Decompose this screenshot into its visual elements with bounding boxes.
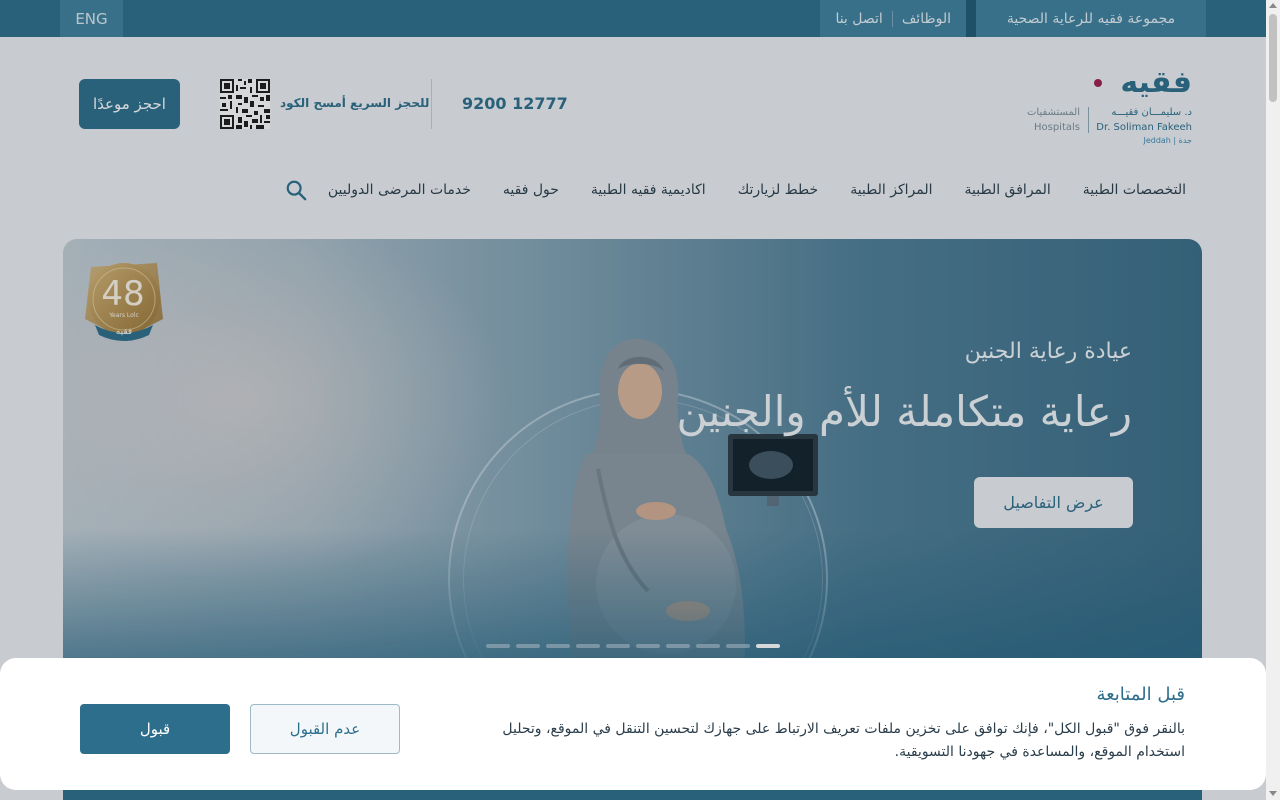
page: ENG مجموعة فقيه للرعاية الصحية الوظائف ا… [0, 0, 1266, 800]
cookie-title: قبل المتابعة [1096, 684, 1185, 705]
reject-cookies-button[interactable]: عدم القبول [250, 704, 400, 754]
cookie-text: بالنقر فوق "قبول الكل"، فإنك توافق على ت… [502, 721, 1185, 760]
page-scrollbar[interactable] [1266, 0, 1280, 800]
accept-cookies-button[interactable]: قبول [80, 704, 230, 754]
cookie-consent-banner: قبل المتابعة بالنقر فوق "قبول الكل"، فإن… [0, 658, 1266, 790]
scroll-up-arrow-icon[interactable] [1269, 3, 1277, 8]
scroll-thumb[interactable] [1269, 14, 1277, 102]
scroll-down-arrow-icon[interactable] [1269, 791, 1277, 796]
